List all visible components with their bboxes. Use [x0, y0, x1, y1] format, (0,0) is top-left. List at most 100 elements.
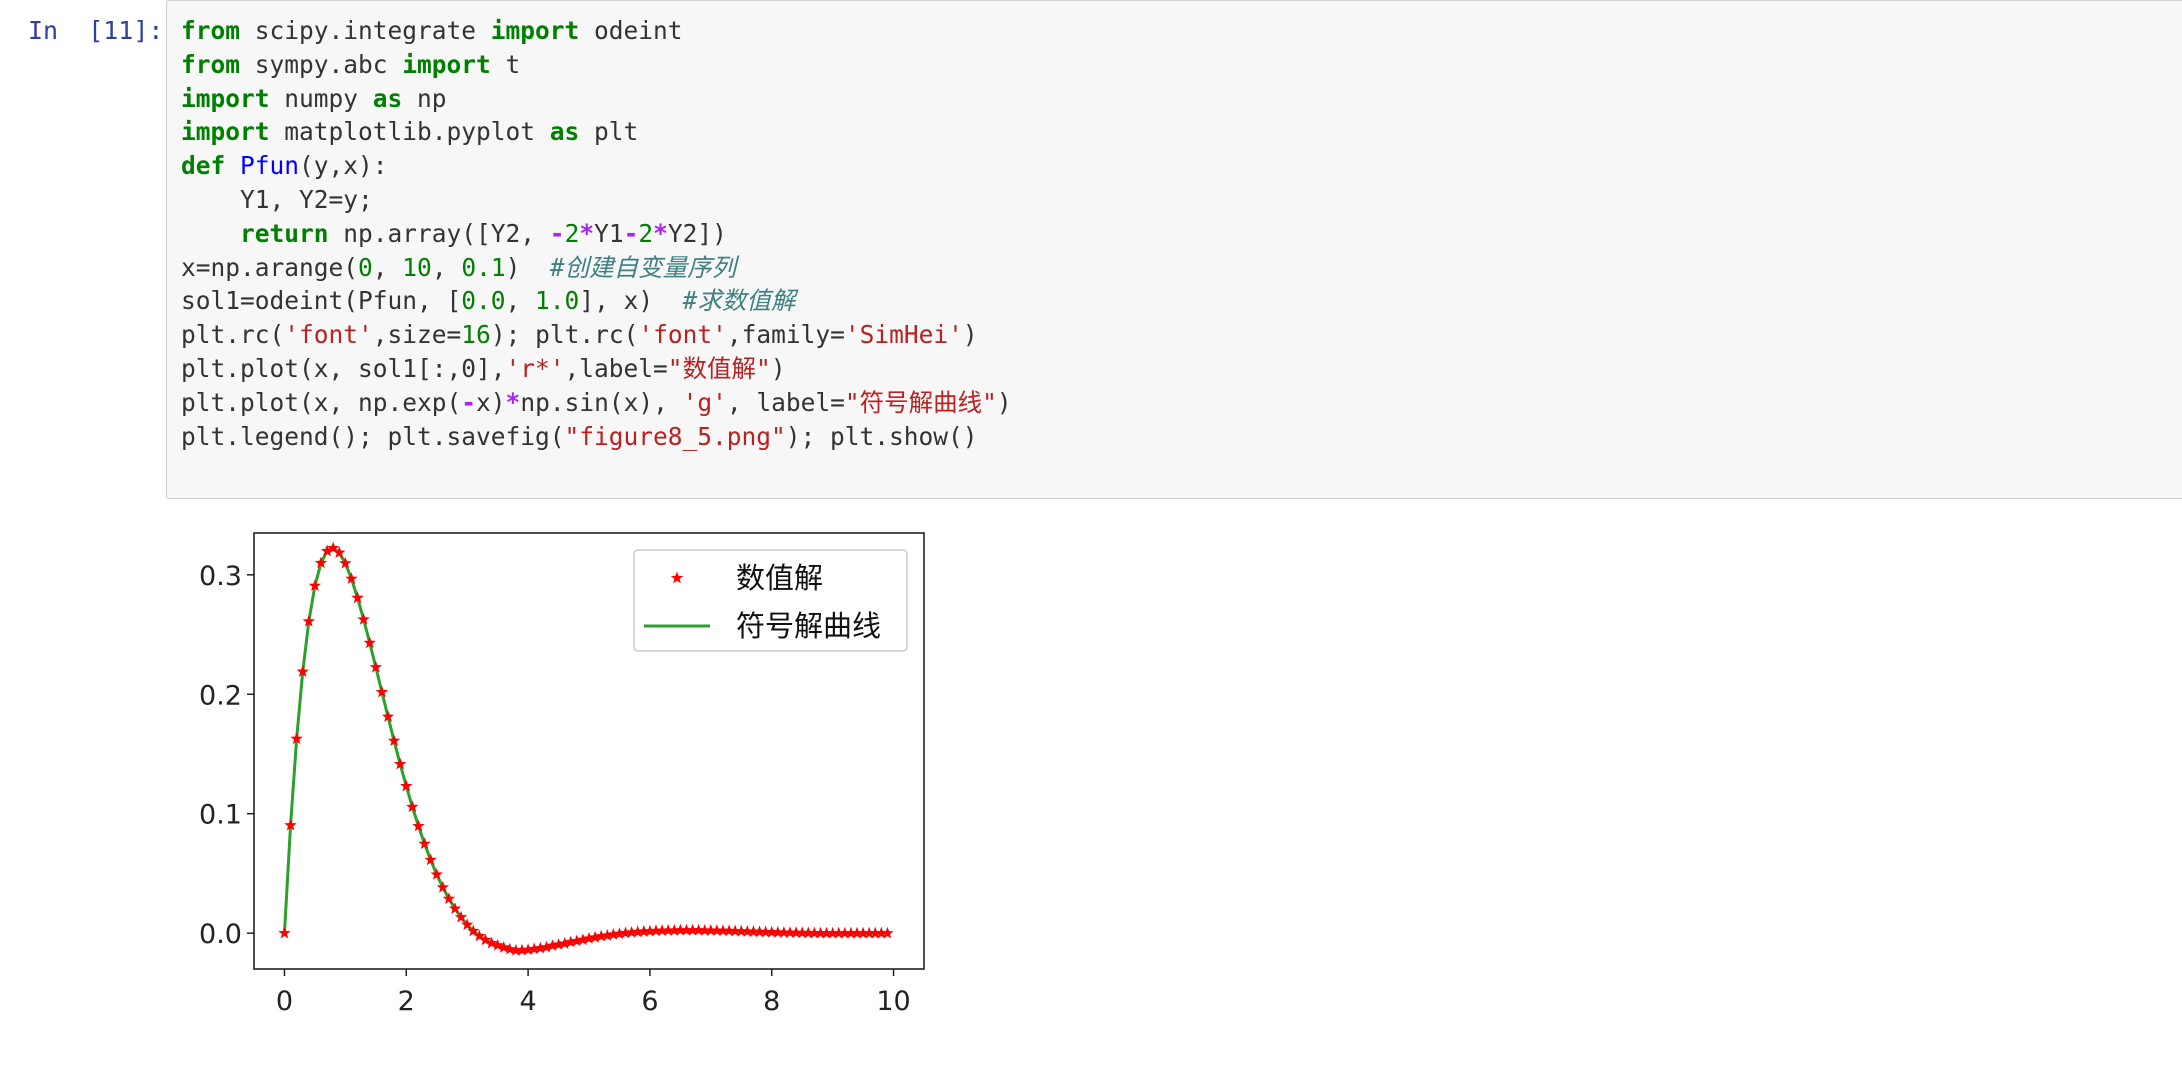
code-token: 1.0: [535, 286, 580, 316]
legend-label: 数值解: [736, 561, 823, 595]
code-token: (y,x):: [299, 151, 388, 181]
code-token: plt.rc(: [181, 320, 285, 350]
code-token: import: [181, 117, 270, 147]
code-token: ], x): [579, 286, 683, 316]
code-token: #创建自变量序列: [549, 252, 737, 282]
code-token: ,size=: [372, 320, 462, 350]
code-token: from: [181, 16, 241, 45]
code-line: sol1=odeint(Pfun, [0.0, 1.0], x) #求数值解: [181, 284, 1012, 318]
code-token: 2: [564, 218, 580, 248]
code-token: -: [623, 218, 639, 248]
x-tick-label: 10: [876, 986, 910, 1017]
code-token: as: [549, 117, 580, 147]
legend-label: 符号解曲线: [736, 609, 881, 643]
code-line: plt.legend(); plt.savefig("figure8_5.png…: [181, 420, 1012, 454]
code-token: sol1=odeint(Pfun, [: [181, 286, 462, 316]
code-token: , label=: [726, 387, 845, 417]
code-token: 'font': [638, 320, 727, 350]
x-tick-label: 0: [276, 986, 293, 1017]
x-tick-label: 6: [641, 986, 658, 1017]
code-token: *: [579, 218, 595, 248]
y-tick-label: 0.3: [199, 561, 242, 592]
code-token: from: [181, 49, 241, 79]
code-token: odeint: [579, 16, 683, 45]
code-token: return: [240, 218, 329, 248]
data-point-marker: [436, 880, 449, 893]
code-token: x): [476, 387, 506, 417]
x-tick-label: 2: [398, 986, 415, 1017]
code-token: "符号解曲线": [844, 387, 997, 417]
data-point-marker: [442, 892, 456, 905]
code-editor[interactable]: from scipy.integrate import odeint from s…: [166, 0, 2182, 499]
code-line: from sympy.abc import t: [181, 48, 1012, 82]
code-token: -: [549, 218, 565, 248]
code-token: ): [770, 353, 786, 383]
code-token: plt: [579, 117, 639, 147]
code-token: ,label=: [564, 353, 668, 383]
code-token: "figure8_5.png": [564, 421, 786, 451]
code-line: return np.array([Y2, -2*Y1-2*Y2]): [181, 217, 1012, 251]
code-token: ,: [431, 252, 462, 282]
code-token: ); plt.rc(: [490, 320, 639, 350]
y-tick-label: 0.1: [199, 800, 242, 831]
code-token: import: [402, 49, 491, 79]
plot-figure: 0 2 4 6 8 10 0.0 0.1 0.2 0.3 数值解符号解曲线: [199, 532, 925, 1017]
code-token: #求数值解: [682, 286, 796, 316]
code-line: import numpy as np: [181, 82, 1012, 116]
code-token: numpy: [269, 83, 373, 113]
input-prompt: In [11]:: [28, 16, 164, 45]
code-token: sympy.abc: [240, 49, 403, 79]
code-token: Pfun: [240, 151, 300, 181]
code-token: 'SimHei': [844, 320, 963, 350]
code-token: 0: [358, 252, 373, 282]
code-token: plt.plot(x, sol1[:,0],: [181, 353, 506, 383]
code-token: *: [653, 218, 668, 248]
legend: 数值解符号解曲线: [633, 549, 908, 652]
code-token: plt.legend(); plt.savefig(: [181, 421, 565, 451]
code-token: def: [181, 151, 226, 181]
code-token: 'font': [284, 320, 373, 350]
code-token: 0.0: [461, 286, 506, 316]
code-line: plt.plot(x, sol1[:,0],'r*',label="数值解"): [181, 352, 1012, 386]
code-token: ,family=: [726, 320, 845, 350]
y-tick-label: 0.2: [199, 680, 242, 711]
x-tick-label: 8: [763, 986, 780, 1017]
code-token: 'r*': [505, 353, 565, 383]
code-token: import: [490, 16, 580, 45]
code-token: 16: [461, 320, 491, 350]
output-area: 0 2 4 6 8 10 0.0 0.1 0.2 0.3 数值解符号解曲线: [166, 512, 946, 1032]
code-token: ): [996, 387, 1012, 417]
code-token: ,: [372, 252, 403, 282]
code-token: "数值解": [667, 353, 771, 383]
code-line: from scipy.integrate import odeint: [181, 14, 1012, 48]
code-line: plt.plot(x, np.exp(-x)*np.sin(x), 'g', l…: [181, 386, 1012, 420]
code-token: x=np.arange(: [181, 252, 359, 282]
code-line: Y1, Y2=y;: [181, 183, 1012, 217]
code-token: ); plt.show(): [785, 421, 978, 451]
code-token: matplotlib.pyplot: [269, 117, 550, 147]
code-token: np: [402, 83, 447, 113]
code-token: t: [490, 49, 521, 79]
y-tick-label: 0.0: [199, 919, 242, 950]
code-token: ): [962, 320, 978, 350]
code-token: 'g': [682, 387, 727, 417]
code-token: np.array([Y2,: [328, 218, 550, 248]
code-token: Y1: [594, 218, 624, 248]
code-token: ,: [505, 286, 536, 316]
code-token: 0.1: [461, 252, 506, 282]
code-token: np.sin(x),: [520, 387, 683, 417]
x-tick-label: 4: [519, 986, 536, 1017]
code-token: import: [181, 83, 270, 113]
code-token: ): [505, 252, 550, 282]
code-token: 2: [638, 218, 654, 248]
code-token: Y2]): [667, 218, 727, 248]
code-token: scipy.integrate: [240, 16, 491, 45]
code-line: import matplotlib.pyplot as plt: [181, 115, 1012, 149]
data-point-marker: [278, 926, 291, 939]
code-token: Y1, Y2=y;: [181, 184, 373, 214]
code-token: 10: [402, 252, 432, 282]
code-content[interactable]: from scipy.integrate import odeint from s…: [181, 14, 1012, 453]
code-token: plt.plot(x, np.exp(: [181, 387, 462, 417]
